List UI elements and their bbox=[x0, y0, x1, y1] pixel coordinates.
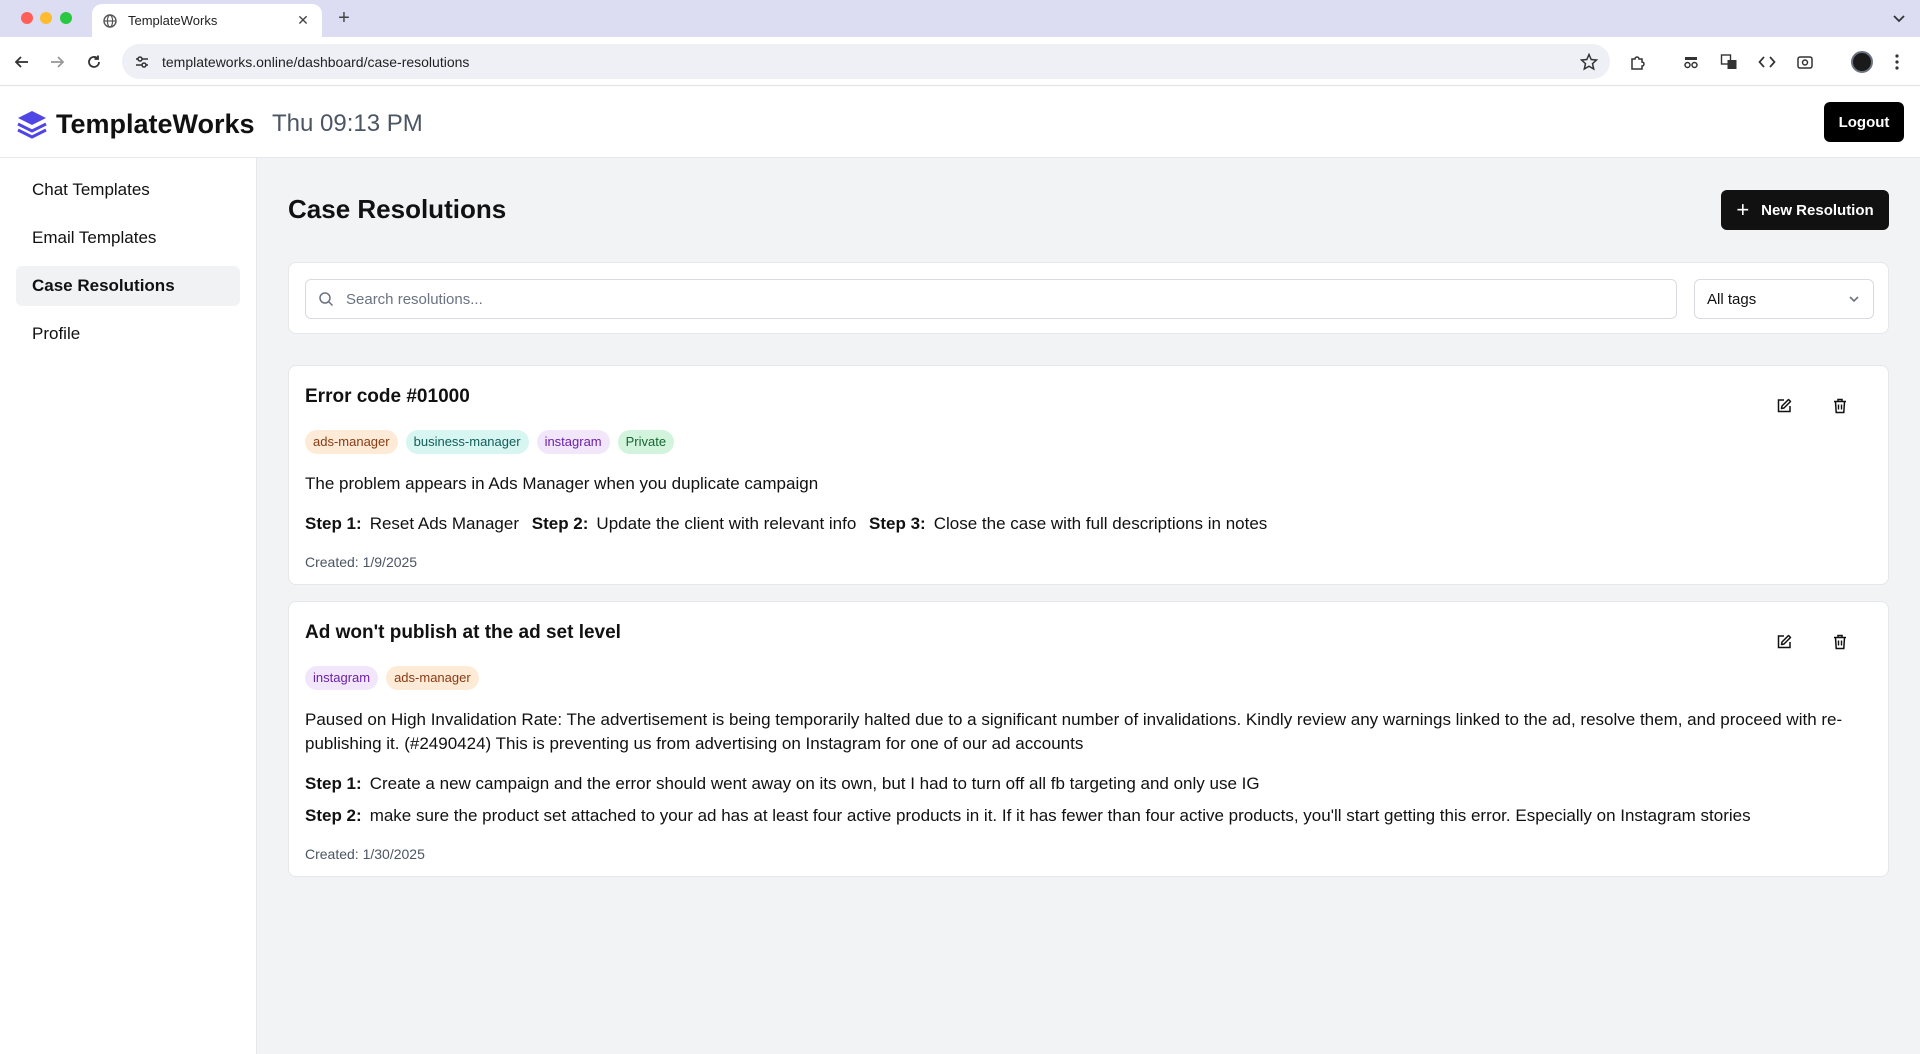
tag-filter-value: All tags bbox=[1707, 290, 1757, 308]
private-badge: Private bbox=[617, 430, 675, 454]
search-box[interactable] bbox=[305, 279, 1677, 319]
created-date: Created: 1/9/2025 bbox=[305, 554, 418, 570]
reload-icon[interactable] bbox=[84, 52, 104, 72]
new-tab-button[interactable]: + bbox=[334, 8, 354, 28]
brand-logo[interactable]: TemplateWorks bbox=[16, 108, 255, 140]
sidebar: Chat Templates Email Templates Case Reso… bbox=[0, 158, 257, 1054]
profile-avatar[interactable] bbox=[1851, 51, 1873, 73]
window-close-button[interactable] bbox=[21, 12, 33, 24]
globe-icon bbox=[102, 13, 118, 29]
site-info-icon[interactable] bbox=[134, 54, 150, 70]
sidebar-item-chat-templates[interactable]: Chat Templates bbox=[16, 170, 240, 210]
browser-tab-bar: TemplateWorks ✕ + bbox=[0, 0, 1920, 37]
edit-icon[interactable] bbox=[1768, 390, 1800, 422]
trash-icon[interactable] bbox=[1824, 626, 1856, 658]
resolution-card: Error code #01000 ads-manager business-m… bbox=[288, 365, 1889, 585]
step-label: Step 3: bbox=[869, 514, 926, 533]
card-actions bbox=[1744, 626, 1856, 658]
tab-title: TemplateWorks bbox=[128, 13, 218, 28]
step-label: Step 1: bbox=[305, 774, 362, 793]
step-label: Step 1: bbox=[305, 514, 362, 533]
kebab-menu-icon[interactable] bbox=[1887, 52, 1907, 72]
app-header: TemplateWorks Thu 09:13 PM Logout bbox=[0, 86, 1920, 158]
sidebar-item-case-resolutions[interactable]: Case Resolutions bbox=[16, 266, 240, 306]
url-text: templateworks.online/dashboard/case-reso… bbox=[162, 53, 470, 70]
chevron-down-icon bbox=[1849, 296, 1859, 303]
card-description: The problem appears in Ads Manager when … bbox=[305, 474, 819, 493]
step-text: make sure the product set attached to yo… bbox=[369, 806, 1751, 825]
new-resolution-button[interactable]: + New Resolution bbox=[1721, 190, 1889, 230]
browser-tab[interactable]: TemplateWorks ✕ bbox=[92, 4, 322, 37]
tab-search-icon[interactable] bbox=[1890, 9, 1908, 27]
main-content: Case Resolutions + New Resolution All ta… bbox=[257, 158, 1920, 1054]
edit-icon[interactable] bbox=[1768, 626, 1800, 658]
brand-name: TemplateWorks bbox=[56, 108, 255, 139]
card-description: Paused on High Invalidation Rate: The ad… bbox=[305, 710, 1843, 753]
trash-icon[interactable] bbox=[1824, 390, 1856, 422]
layers-icon bbox=[16, 108, 48, 140]
card-title: Error code #01000 bbox=[305, 386, 470, 407]
window-minimize-button[interactable] bbox=[40, 12, 52, 24]
tag-badge: business-manager bbox=[405, 430, 529, 454]
browser-toolbar: templateworks.online/dashboard/case-reso… bbox=[0, 37, 1920, 86]
sidebar-item-profile[interactable]: Profile bbox=[16, 314, 240, 354]
page-title: Case Resolutions bbox=[288, 194, 507, 224]
tag-badge: ads-manager bbox=[386, 666, 479, 690]
steps: Step 1: Reset Ads Manager Step 2: Update t… bbox=[305, 512, 1858, 544]
address-bar[interactable]: templateworks.online/dashboard/case-reso… bbox=[122, 44, 1610, 79]
forward-icon[interactable] bbox=[47, 52, 67, 72]
back-icon[interactable] bbox=[12, 52, 32, 72]
tag-badge: instagram bbox=[536, 430, 610, 454]
window-maximize-button[interactable] bbox=[60, 12, 72, 24]
tag-badge: instagram bbox=[305, 666, 379, 690]
card-title: Ad won't publish at the ad set level bbox=[305, 622, 621, 643]
search-input[interactable] bbox=[346, 290, 1664, 308]
tab-close-icon[interactable]: ✕ bbox=[294, 12, 312, 29]
translate-icon[interactable] bbox=[1719, 52, 1739, 72]
clock: Thu 09:13 PM bbox=[272, 110, 423, 137]
search-icon bbox=[318, 291, 334, 307]
tag-list: instagram ads-manager bbox=[305, 666, 487, 690]
created-date: Created: 1/30/2025 bbox=[305, 846, 425, 862]
step-label: Step 2: bbox=[531, 514, 589, 533]
steps: Step 1: Create a new campaign and the err… bbox=[305, 772, 1858, 836]
tag-list: ads-manager business-manager instagram P… bbox=[305, 430, 682, 454]
tag-filter-select[interactable]: All tags bbox=[1694, 279, 1874, 319]
code-icon[interactable] bbox=[1757, 52, 1777, 72]
card-actions bbox=[1744, 390, 1856, 422]
tag-badge: ads-manager bbox=[305, 430, 398, 454]
incognito-icon[interactable] bbox=[1681, 52, 1701, 72]
step-text: Update the client with relevant info bbox=[596, 514, 857, 533]
logout-button[interactable]: Logout bbox=[1824, 102, 1904, 142]
step-label: Step 2: bbox=[305, 806, 362, 825]
step-text: Create a new campaign and the error shou… bbox=[369, 774, 1260, 793]
extensions-icon[interactable] bbox=[1628, 52, 1648, 72]
new-resolution-label: New Resolution bbox=[1761, 201, 1874, 219]
resolution-card: Ad won't publish at the ad set level ins… bbox=[288, 601, 1889, 877]
bookmark-star-icon[interactable] bbox=[1579, 52, 1599, 71]
sidebar-item-email-templates[interactable]: Email Templates bbox=[16, 218, 240, 258]
plus-icon: + bbox=[1736, 197, 1750, 222]
screenshot-icon[interactable] bbox=[1795, 52, 1815, 72]
step-text: Reset Ads Manager bbox=[369, 514, 519, 533]
step-text: Close the case with full descriptions in… bbox=[933, 514, 1268, 533]
filter-bar: All tags bbox=[288, 262, 1889, 334]
